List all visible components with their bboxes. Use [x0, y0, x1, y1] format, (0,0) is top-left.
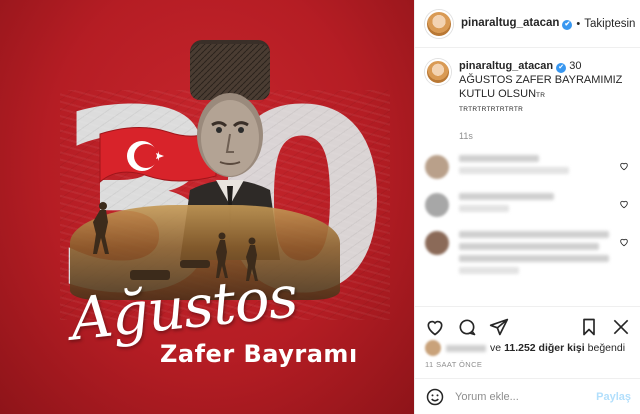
comment-body — [459, 193, 619, 217]
post-image[interactable]: 3 0 — [0, 0, 414, 414]
post-time-ago: 11 SAAT ÖNCE — [425, 360, 483, 369]
caption: pinaraltug_atacan ✔ 30 AĞUSTOS ZAFER BAYR… — [425, 59, 631, 117]
comment-like-icon[interactable] — [619, 161, 629, 171]
likes-prefix: ve — [490, 342, 502, 354]
comment-item — [425, 231, 631, 279]
liker-avatar — [425, 340, 441, 356]
blurred-comment-line — [459, 167, 569, 174]
likes-count[interactable]: 11.252 diğer kişi — [504, 342, 585, 354]
comment-item — [425, 193, 631, 217]
report-icon[interactable] — [611, 317, 631, 337]
comment-body — [459, 231, 619, 279]
comment-box: Paylaş — [415, 378, 640, 414]
comment-body — [459, 155, 619, 179]
separator-dot: • — [576, 17, 581, 30]
blurred-comment-line — [459, 193, 554, 200]
username-link[interactable]: pinaraltug_atacan ✔ — [461, 17, 573, 30]
verified-icon: ✔ — [562, 20, 573, 30]
comment-item — [425, 155, 631, 179]
post-comment-button[interactable]: Paylaş — [596, 391, 631, 403]
liker-name-blurred — [446, 344, 486, 352]
likes-summary[interactable]: ve 11.252 diğer kişi beğendi — [425, 340, 625, 356]
comment-like-icon[interactable] — [619, 237, 629, 247]
blurred-comment-line — [459, 267, 519, 274]
blurred-comment-line — [459, 255, 609, 262]
caption-suffix: TR — [536, 92, 546, 99]
verified-icon: ✔ — [556, 63, 567, 73]
blurred-comment-line — [459, 231, 609, 238]
comment-avatar[interactable] — [425, 231, 449, 255]
comment-input[interactable] — [455, 390, 595, 403]
caption-username[interactable]: pinaraltug_atacan — [459, 60, 553, 72]
bookmark-icon[interactable] — [579, 317, 599, 337]
post-header: pinaraltug_atacan ✔ • Takiptesin — [415, 0, 640, 48]
caption-timestamp: 11s — [459, 131, 473, 141]
blurred-comment-line — [459, 205, 509, 212]
blurred-comment-line — [459, 243, 599, 250]
username-text: pinaraltug_atacan — [461, 17, 560, 29]
comment-icon[interactable] — [457, 317, 477, 337]
avatar[interactable] — [425, 9, 453, 38]
caption-text: pinaraltug_atacan ✔ 30 AĞUSTOS ZAFER BAYR… — [459, 59, 631, 117]
comment-like-icon[interactable] — [619, 199, 629, 209]
comments-section: pinaraltug_atacan ✔ 30 AĞUSTOS ZAFER BAYR… — [415, 49, 640, 306]
heart-icon[interactable] — [425, 317, 445, 337]
comment-avatar[interactable] — [425, 193, 449, 217]
title-text: Zafer Bayramı — [160, 340, 358, 368]
caption-avatar[interactable] — [425, 59, 451, 85]
caption-trailing: TRTRTRTRTRTRTR — [459, 106, 524, 113]
following-button[interactable]: Takiptesin — [584, 18, 635, 30]
post-sidebar: pinaraltug_atacan ✔ • Takiptesin pinaralt… — [414, 0, 640, 414]
blurred-comment-line — [459, 155, 539, 162]
share-icon[interactable] — [489, 317, 509, 337]
comment-avatar[interactable] — [425, 155, 449, 179]
emoji-icon[interactable] — [425, 387, 445, 407]
likes-suffix: beğendi — [587, 342, 626, 354]
